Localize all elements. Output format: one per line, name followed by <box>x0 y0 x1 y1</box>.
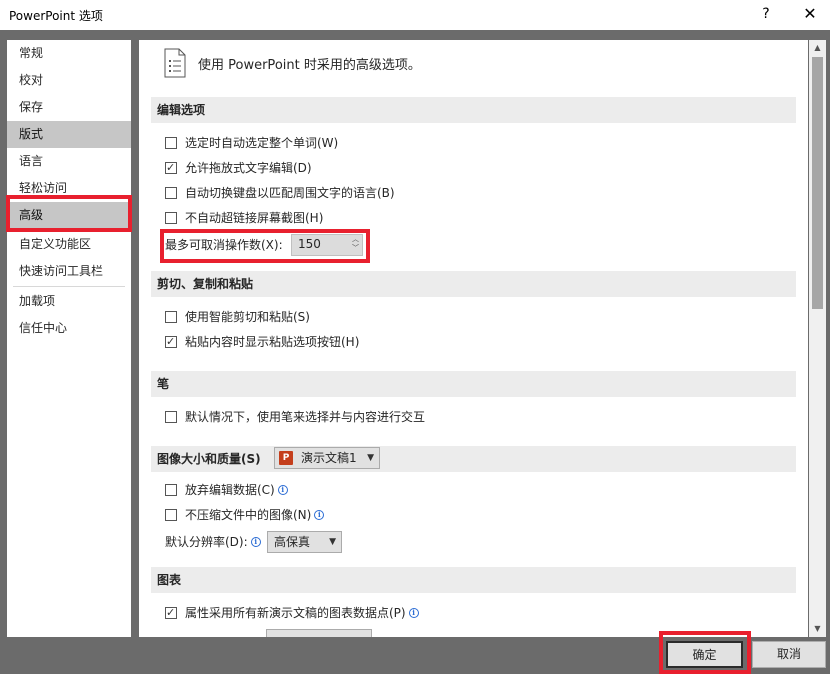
sidebar-item-customize-ribbon[interactable]: 自定义功能区 <box>7 231 131 258</box>
scroll-up-icon[interactable]: ▲ <box>809 40 826 56</box>
sidebar-nav: 常规 校对 保存 版式 语言 轻松访问 高级 自定义功能区 快速访问工具栏 加载… <box>7 40 131 637</box>
sidebar-item-save[interactable]: 保存 <box>7 94 131 121</box>
option-label: 允许拖放式文字编辑(D) <box>185 161 312 175</box>
sidebar-item-trust-center[interactable]: 信任中心 <box>7 315 131 342</box>
scrollbar-thumb[interactable] <box>812 57 823 309</box>
sidebar-item-accessibility[interactable]: 轻松访问 <box>7 175 131 202</box>
document-select-value: 演示文稿1 <box>301 451 357 465</box>
window-title: PowerPoint 选项 <box>9 9 103 23</box>
checkbox[interactable] <box>165 411 177 423</box>
option-label: 粘贴内容时显示粘贴选项按钮(H) <box>185 335 360 349</box>
sidebar-item-layout[interactable]: 版式 <box>7 121 131 148</box>
options-panel: 使用 PowerPoint 时采用的高级选项。 编辑选项 选定时自动选定整个单词… <box>139 40 808 637</box>
info-icon[interactable]: i <box>250 537 261 547</box>
option-label: 不压缩文件中的图像(N) <box>185 508 312 522</box>
partial-dropdown-cutoff[interactable] <box>266 629 372 637</box>
checkbox[interactable] <box>165 484 177 496</box>
vertical-scrollbar[interactable]: ▲ ▼ <box>809 40 826 637</box>
checkbox[interactable] <box>165 137 177 149</box>
option-label: 选定时自动选定整个单词(W) <box>185 136 339 150</box>
spinner-arrows-icon[interactable]: ︿ ﹀ <box>352 235 359 253</box>
powerpoint-file-icon: P <box>279 451 293 465</box>
checkbox[interactable] <box>165 603 177 623</box>
sidebar-item-addins[interactable]: 加载项 <box>7 288 131 315</box>
option-label: 不自动超链接屏幕截图(H) <box>185 211 324 225</box>
sidebar-item-general[interactable]: 常规 <box>7 40 131 67</box>
cancel-button[interactable]: 取消 <box>752 641 826 668</box>
page-title: 使用 PowerPoint 时采用的高级选项。 <box>198 58 421 73</box>
option-label-wrap: 不压缩文件中的图像(N) i <box>185 505 325 525</box>
resolution-label-wrap: 默认分辨率(D): i <box>165 532 261 552</box>
section-pen: 笔 <box>151 371 796 397</box>
option-label: 放弃编辑数据(C) <box>185 483 275 497</box>
option-label-wrap: 放弃编辑数据(C) i <box>185 480 288 500</box>
chevron-down-icon: ▼ <box>329 537 336 547</box>
undo-count-label: 最多可取消操作数(X): <box>165 238 283 252</box>
title-bar: PowerPoint 选项 ? ✕ <box>0 0 830 30</box>
scroll-down-icon[interactable]: ▼ <box>809 621 826 637</box>
checkbox[interactable] <box>165 509 177 521</box>
checkbox[interactable] <box>165 187 177 199</box>
option-label: 属性采用所有新演示文稿的图表数据点(P) <box>185 606 406 620</box>
section-editing: 编辑选项 <box>151 97 796 123</box>
checkbox[interactable] <box>165 311 177 323</box>
checkbox[interactable] <box>165 212 177 224</box>
default-resolution-select[interactable]: 高保真 ▼ <box>267 531 342 553</box>
info-icon[interactable]: i <box>314 510 325 520</box>
checkbox[interactable] <box>165 158 177 178</box>
help-button[interactable]: ? <box>756 4 776 24</box>
default-resolution-value: 高保真 <box>274 535 311 549</box>
section-clipboard: 剪切、复制和粘贴 <box>151 271 796 297</box>
chevron-down-icon: ▼ <box>367 453 374 463</box>
checkbox[interactable] <box>165 332 177 352</box>
section-image-quality-title: 图像大小和质量(S) <box>157 452 261 466</box>
info-icon[interactable]: i <box>408 608 419 618</box>
document-icon <box>164 48 186 78</box>
option-label-wrap: 属性采用所有新演示文稿的图表数据点(P) i <box>185 603 419 623</box>
info-icon[interactable]: i <box>277 485 288 495</box>
option-label: 使用智能剪切和粘贴(S) <box>185 310 310 324</box>
sidebar-divider <box>13 286 125 287</box>
option-label: 默认情况下，使用笔来选择并与内容进行交互 <box>185 410 426 424</box>
sidebar-item-language[interactable]: 语言 <box>7 148 131 175</box>
undo-count-spinner[interactable]: 150 ︿ ﹀ <box>291 234 363 256</box>
close-button[interactable]: ✕ <box>798 4 822 24</box>
option-label: 自动切换键盘以匹配周围文字的语言(B) <box>185 186 395 200</box>
sidebar-item-quick-access-toolbar[interactable]: 快速访问工具栏 <box>7 258 131 285</box>
ok-button[interactable]: 确定 <box>666 641 743 668</box>
document-select[interactable]: P 演示文稿1 ▼ <box>274 447 380 469</box>
section-image-quality: 图像大小和质量(S) <box>151 446 796 472</box>
section-chart: 图表 <box>151 567 796 593</box>
undo-count-value: 150 <box>298 237 321 251</box>
sidebar-item-advanced[interactable]: 高级 <box>7 202 131 229</box>
sidebar-item-proofing[interactable]: 校对 <box>7 67 131 94</box>
default-resolution-label: 默认分辨率(D): <box>165 535 248 549</box>
